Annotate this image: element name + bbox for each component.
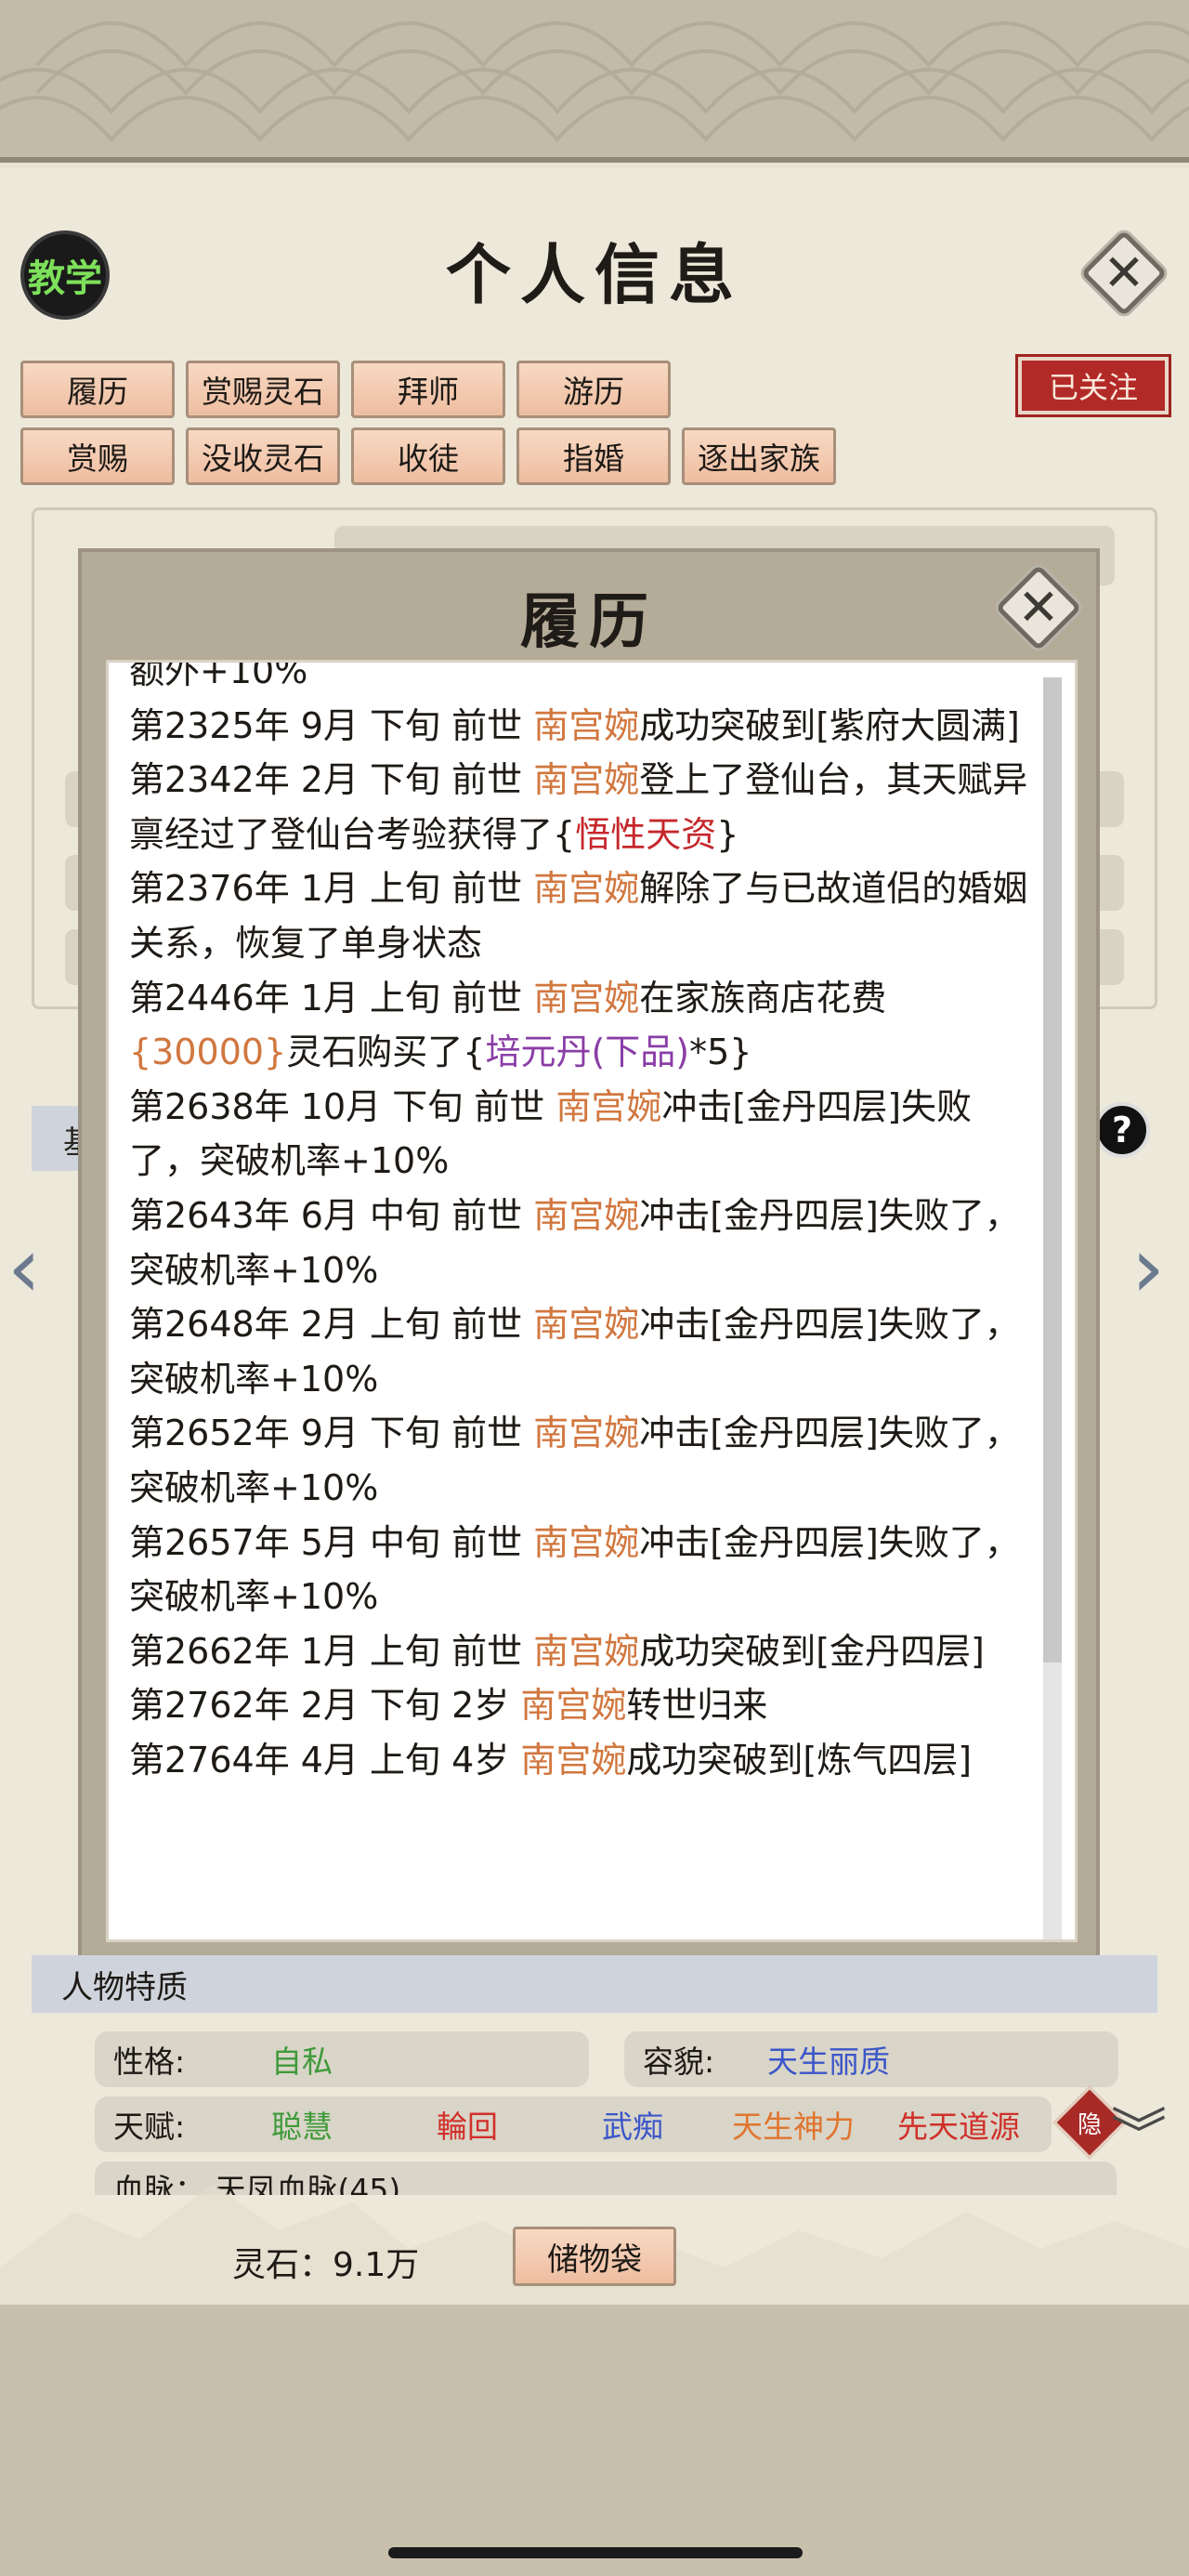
log-date: 第2643年 6月 中旬 前世 — [129, 1194, 534, 1236]
help-button[interactable]: ? — [1094, 1102, 1150, 1158]
cost-amount: {30000} — [129, 1032, 287, 1073]
top-decor-band — [0, 0, 1189, 163]
character-name: 南宫婉 — [533, 977, 640, 1019]
spirit-stone-count: 灵石：9.1万 — [232, 2246, 420, 2284]
character-name: 南宫婉 — [533, 704, 640, 746]
tab-reward-stone[interactable]: 赏赐灵石 — [186, 361, 340, 418]
log-entry: 第2342年 2月 下旬 前世 南宫婉登上了登仙台，其天赋异禀经过了登仙台考验获… — [129, 753, 1039, 861]
log-text: } — [716, 813, 739, 855]
tab-reward[interactable]: 赏赐 — [20, 427, 175, 485]
close-page-button[interactable]: ✕ — [1079, 229, 1169, 318]
log-date: 第2446年 1月 上旬 前世 — [129, 977, 534, 1019]
prev-arrow-icon[interactable]: ‹ — [7, 1227, 41, 1310]
tab-expel[interactable]: 逐出家族 — [682, 427, 836, 485]
tab-confiscate-stone[interactable]: 没收灵石 — [186, 427, 340, 485]
log-date: 第2648年 2月 上旬 前世 — [129, 1304, 534, 1346]
log-date: 第2638年 10月 下旬 前世 — [129, 1085, 556, 1127]
log-text: 成功突破到[炼气四层] — [626, 1739, 973, 1781]
resume-modal: 履历 ✕ 额外+10% 第2325年 9月 下旬 前世 南宫婉成功突破到[紫府大… — [78, 548, 1100, 1970]
wave-pattern — [0, 21, 1189, 143]
item-name: 培元丹(下品) — [485, 1032, 690, 1073]
close-modal-button[interactable]: ✕ — [994, 563, 1083, 652]
log-entry: 第2446年 1月 上旬 前世 南宫婉在家族商店花费 {30000}灵石购买了{培… — [129, 971, 1039, 1080]
log-text: *5} — [689, 1032, 752, 1073]
log-entry: 第2643年 6月 中旬 前世 南宫婉冲击[金丹四层]失败了，突破机率+10% — [129, 1189, 1039, 1297]
scrollbar-thumb[interactable] — [1043, 677, 1062, 1663]
character-name: 南宫婉 — [555, 1085, 662, 1127]
home-indicator[interactable] — [388, 2547, 803, 2558]
log-entry: 第2648年 2月 上旬 前世 南宫婉冲击[金丹四层]失败了，突破机率+10% — [129, 1297, 1039, 1406]
character-name: 南宫婉 — [520, 1685, 627, 1727]
page-title: 个人信息 — [446, 236, 743, 313]
tab-arrange-marriage[interactable]: 指婚 — [516, 427, 671, 485]
character-name: 南宫婉 — [533, 1194, 640, 1236]
log-entry: 第2652年 9月 下旬 前世 南宫婉冲击[金丹四层]失败了，突破机率+10% — [129, 1406, 1039, 1515]
log-entry: 第2376年 1月 上旬 前世 南宫婉解除了与已故道侣的婚姻关系，恢复了单身状态 — [129, 861, 1039, 970]
character-name: 南宫婉 — [533, 1413, 640, 1454]
close-icon: ✕ — [1103, 243, 1145, 302]
log-entry: 第2657年 5月 中旬 前世 南宫婉冲击[金丹四层]失败了，突破机率+10% — [129, 1516, 1039, 1624]
traits-section-header: 人物特质 — [32, 1955, 1157, 2013]
character-name: 南宫婉 — [520, 1739, 627, 1781]
close-icon: ✕ — [1017, 578, 1060, 637]
log-entry: 第2325年 9月 下旬 前世 南宫婉成功突破到[紫府大圆满] — [129, 699, 1039, 754]
bottom-band — [0, 2305, 1189, 2576]
log-text: 成功突破到[紫府大圆满] — [639, 704, 1020, 746]
character-name: 南宫婉 — [533, 1304, 640, 1346]
log-text: 转世归来 — [626, 1685, 768, 1727]
scrollbar[interactable] — [1043, 677, 1062, 1939]
next-arrow-icon[interactable]: › — [1131, 1227, 1165, 1310]
character-name: 南宫婉 — [533, 1630, 640, 1672]
tab-take-disciple[interactable]: 收徒 — [351, 427, 505, 485]
reward-name: 悟性天资 — [575, 813, 717, 855]
tab-apprentice[interactable]: 拜师 — [351, 361, 505, 418]
log-entry-partial: 额外+10% — [129, 660, 308, 691]
log-date: 第2376年 1月 上旬 前世 — [129, 868, 534, 910]
modal-title: 履历 — [520, 587, 658, 657]
character-name: 南宫婉 — [533, 1521, 640, 1563]
log-date: 第2762年 2月 下旬 2岁 — [129, 1685, 521, 1727]
log-date: 第2657年 5月 中旬 前世 — [129, 1521, 534, 1563]
log-date: 第2325年 9月 下旬 前世 — [129, 704, 534, 746]
log-date: 第2652年 9月 下旬 前世 — [129, 1413, 534, 1454]
log-entry: 第2638年 10月 下旬 前世 南宫婉冲击[金丹四层]失败了，突破机率+10% — [129, 1080, 1039, 1189]
log-entry: 第2662年 1月 上旬 前世 南宫婉成功突破到[金丹四层] — [129, 1624, 1039, 1679]
log-list: 额外+10% 第2325年 9月 下旬 前世 南宫婉成功突破到[紫府大圆满] 第2… — [129, 660, 1039, 1788]
log-date: 第2764年 4月 上旬 4岁 — [129, 1739, 521, 1781]
log-date: 第2662年 1月 上旬 前世 — [129, 1630, 534, 1672]
character-name: 南宫婉 — [533, 868, 640, 910]
tab-resume[interactable]: 履历 — [20, 361, 175, 418]
log-text: 在家族商店花费 — [639, 977, 887, 1019]
tab-travel[interactable]: 游历 — [516, 361, 671, 418]
log-text: 成功突破到[金丹四层] — [639, 1630, 985, 1672]
log-text: 灵石购买了{ — [286, 1032, 486, 1073]
follow-button[interactable]: 已关注 — [1015, 354, 1171, 417]
log-entry: 第2762年 2月 下旬 2岁 南宫婉转世归来 — [129, 1678, 1039, 1733]
log-entry: 第2764年 4月 上旬 4岁 南宫婉成功突破到[炼气四层] — [129, 1733, 1039, 1788]
log-date: 第2342年 2月 下旬 前世 — [129, 759, 534, 801]
character-name: 南宫婉 — [533, 759, 640, 801]
storage-bag-button[interactable]: 储物袋 — [513, 2227, 676, 2286]
resume-log[interactable]: 额外+10% 第2325年 9月 下旬 前世 南宫婉成功突破到[紫府大圆满] 第2… — [106, 660, 1078, 1942]
